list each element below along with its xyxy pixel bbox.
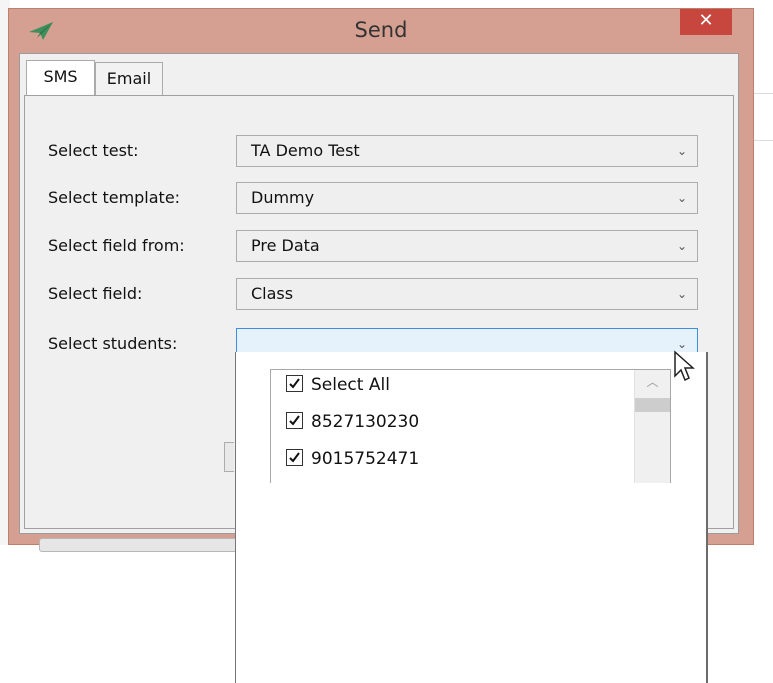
select-test-value: TA Demo Test xyxy=(251,141,360,160)
progress-bar xyxy=(39,538,235,552)
select-test-combobox[interactable]: TA Demo Test ⌄ xyxy=(236,135,698,167)
tab-email[interactable]: Email xyxy=(95,62,163,96)
select-template-label: Select template: xyxy=(48,188,181,207)
option-label: Select All xyxy=(311,375,390,395)
student-option[interactable]: 9015752471 xyxy=(286,446,419,472)
select-field-from-combobox[interactable]: Pre Data ⌄ xyxy=(236,230,698,262)
tab-sms[interactable]: SMS xyxy=(26,60,95,96)
students-checklist: Select All 8527130230 9015752471 ︿ xyxy=(270,369,671,483)
select-students-label: Select students: xyxy=(48,334,178,353)
select-field-label: Select field: xyxy=(48,284,143,303)
checkbox-checked[interactable] xyxy=(286,448,303,466)
mouse-pointer-icon xyxy=(674,350,695,382)
scrollbar-thumb[interactable] xyxy=(635,398,670,412)
chevron-down-icon: ⌄ xyxy=(676,144,687,158)
checkmark-icon xyxy=(289,414,300,426)
select-field-combobox[interactable]: Class ⌄ xyxy=(236,278,698,310)
checkbox-checked[interactable] xyxy=(286,411,303,429)
background-divider xyxy=(752,140,773,141)
title-bar[interactable]: Send ✕ xyxy=(9,9,753,53)
scroll-up-arrow-icon[interactable]: ︿ xyxy=(635,370,670,392)
background-divider xyxy=(752,93,773,94)
checkmark-icon xyxy=(289,451,300,463)
option-label: 9015752471 xyxy=(311,449,420,469)
chevron-down-icon: ⌄ xyxy=(676,287,687,301)
window-title: Send xyxy=(354,18,408,42)
option-label: 8527130230 xyxy=(311,412,420,432)
chevron-down-icon: ⌄ xyxy=(676,239,687,253)
student-option[interactable]: 8527130230 xyxy=(286,409,419,435)
chevron-down-icon: ⌄ xyxy=(676,191,687,205)
send-button[interactable] xyxy=(224,442,234,472)
checkmark-icon xyxy=(289,377,300,389)
select-field-from-value: Pre Data xyxy=(251,236,320,255)
vertical-scrollbar[interactable]: ︿ xyxy=(634,370,670,483)
close-button[interactable]: ✕ xyxy=(680,9,732,35)
select-test-label: Select test: xyxy=(48,141,139,160)
select-template-value: Dummy xyxy=(251,188,315,207)
checkbox-checked[interactable] xyxy=(286,374,303,392)
select-field-value: Class xyxy=(251,284,294,303)
select-template-combobox[interactable]: Dummy ⌄ xyxy=(236,182,698,214)
students-dropdown: Select All 8527130230 9015752471 ︿ xyxy=(235,352,708,683)
select-all-option[interactable]: Select All xyxy=(286,372,390,398)
select-field-from-label: Select field from: xyxy=(48,236,185,255)
